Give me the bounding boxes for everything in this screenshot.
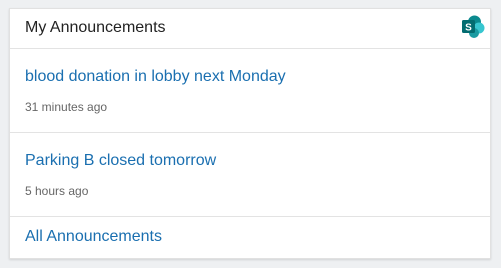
card-title: My Announcements xyxy=(25,19,166,36)
list-item: blood donation in lobby next Monday 31 m… xyxy=(10,49,490,133)
announcements-card: My Announcements S blood donation in lob… xyxy=(9,8,491,259)
all-announcements-link[interactable]: All Announcements xyxy=(25,228,162,246)
svg-text:S: S xyxy=(465,23,472,34)
announcement-link[interactable]: Parking B closed tomorrow xyxy=(25,152,216,170)
sharepoint-icon: S xyxy=(462,15,485,38)
announcement-time: 5 hours ago xyxy=(25,184,89,198)
card-header: My Announcements S xyxy=(10,9,490,49)
card-footer: All Announcements xyxy=(10,217,490,259)
announcement-time: 31 minutes ago xyxy=(25,100,108,114)
list-item: Parking B closed tomorrow 5 hours ago xyxy=(10,133,490,217)
announcement-link[interactable]: blood donation in lobby next Monday xyxy=(25,68,286,86)
